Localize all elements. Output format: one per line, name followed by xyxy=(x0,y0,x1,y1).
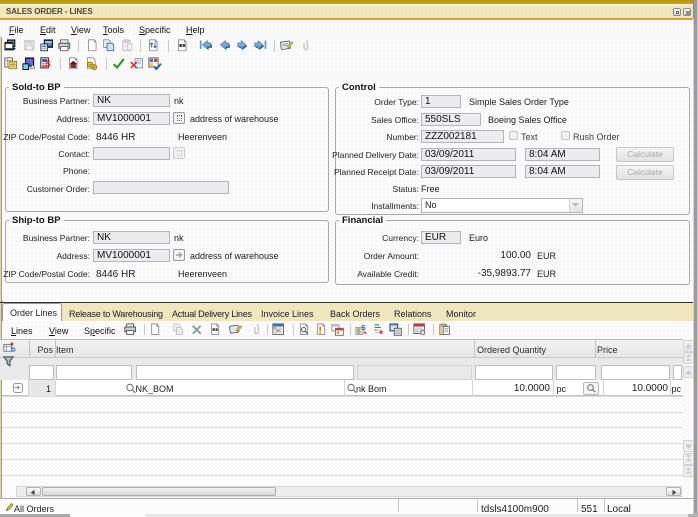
svg-text:$: $ xyxy=(46,59,51,69)
svg-text:S: S xyxy=(361,325,366,332)
